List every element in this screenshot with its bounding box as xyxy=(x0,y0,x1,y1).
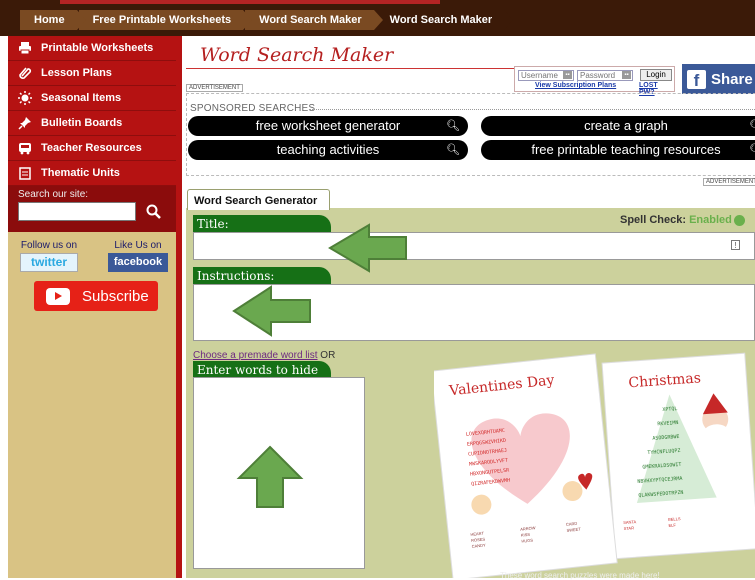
svg-text:STAR: STAR xyxy=(623,525,634,531)
sponsored-link-label: teaching activities xyxy=(276,142,380,157)
sidebar-item-label: Seasonal Items xyxy=(41,92,122,104)
title-underline xyxy=(186,68,514,69)
keyboard-icon[interactable]: ▪▪ xyxy=(622,71,631,79)
sponsored-divider xyxy=(309,109,755,110)
page-title: Word Search Maker xyxy=(200,44,394,66)
sidebar-item-label: Printable Worksheets xyxy=(41,42,154,54)
sponsored-link[interactable]: create a graph 🔍︎ xyxy=(481,116,755,136)
title-input[interactable] xyxy=(193,232,755,260)
sponsored-link[interactable]: free worksheet generator 🔍︎ xyxy=(188,116,468,136)
subscribe-label: Subscribe xyxy=(82,287,149,305)
facebook-button[interactable]: facebook xyxy=(108,253,168,272)
svg-text:BELLS: BELLS xyxy=(668,516,681,522)
sponsored-link[interactable]: free printable teaching resources 🔍︎ xyxy=(481,140,755,160)
sidebar-item-label: Teacher Resources xyxy=(41,142,142,154)
sidebar-item-printable-worksheets[interactable]: Printable Worksheets xyxy=(8,36,176,61)
advertisement-label: ADVERTISEMENT xyxy=(703,178,755,186)
sponsored-searches: SPONSORED SEARCHES D free worksheet gene… xyxy=(186,93,755,176)
spell-check-status[interactable]: Spell Check: Enabled xyxy=(620,214,745,226)
facebook-icon: f xyxy=(687,69,706,90)
spell-check-label: Spell Check: xyxy=(620,214,687,226)
arrow-up-icon xyxy=(236,445,304,508)
breadcrumb-free-printable-worksheets[interactable]: Free Printable Worksheets xyxy=(78,10,252,30)
title-header: Title: xyxy=(193,215,331,233)
arrow-left-icon xyxy=(232,285,311,337)
view-plans-link[interactable]: View Subscription Plans xyxy=(535,82,616,89)
sidebar-item-seasonal-items[interactable]: Seasonal Items xyxy=(8,86,176,111)
search-icon[interactable] xyxy=(146,204,161,219)
breadcrumb-current: Word Search Maker xyxy=(375,10,513,30)
facebook-share-button[interactable]: f Share xyxy=(682,64,755,94)
search-icon: 🔍︎ xyxy=(749,140,755,160)
printer-icon xyxy=(19,42,31,55)
youtube-subscribe-button[interactable]: Subscribe xyxy=(34,281,158,311)
keyboard-icon[interactable]: ▪▪ xyxy=(563,71,572,79)
sidebar-item-thematic-units[interactable]: Thematic Units xyxy=(8,161,176,186)
share-label: Share xyxy=(711,70,753,88)
puzzles-caption: These word search puzzles were made here… xyxy=(500,571,660,580)
sidebar-item-label: Thematic Units xyxy=(41,167,120,179)
sidebar-item-bulletin-boards[interactable]: Bulletin Boards xyxy=(8,111,176,136)
search-icon: 🔍︎ xyxy=(446,144,460,156)
sidebar: Printable Worksheets Lesson Plans Season… xyxy=(8,36,176,578)
social-follow: Follow us on twitter Like Us on facebook xyxy=(8,232,176,272)
sponsored-header: SPONSORED SEARCHES xyxy=(190,103,316,114)
pushpin-icon xyxy=(18,117,31,130)
sidebar-item-teacher-resources[interactable]: Teacher Resources xyxy=(8,136,176,161)
twitter-button[interactable]: twitter xyxy=(20,253,78,272)
calendar-icon xyxy=(19,167,31,180)
breadcrumb-home[interactable]: Home xyxy=(20,10,86,30)
login-button[interactable]: Login xyxy=(640,69,672,81)
search-icon: 🔍︎ xyxy=(749,116,755,136)
checkmark-icon xyxy=(733,214,745,226)
arrow-left-icon xyxy=(328,223,407,273)
svg-text:KISS: KISS xyxy=(521,532,531,538)
tab-word-search-generator[interactable]: Word Search Generator xyxy=(187,189,330,210)
login-form: ▪▪ ▪▪ Login View Subscription Plans LOST… xyxy=(514,66,675,96)
content-divider xyxy=(176,36,182,578)
search-input[interactable] xyxy=(18,202,136,221)
bus-icon xyxy=(19,143,31,155)
svg-text:SANTA: SANTA xyxy=(623,519,637,525)
instructions-header: Instructions: xyxy=(193,267,331,285)
or-text: OR xyxy=(320,350,336,361)
sidebar-item-lesson-plans[interactable]: Lesson Plans xyxy=(8,61,176,86)
sidebar-item-label: Lesson Plans xyxy=(41,67,112,79)
advertisement-label: ADVERTISEMENT xyxy=(186,84,243,92)
top-breadcrumb-bar: Home Free Printable Worksheets Word Sear… xyxy=(0,0,755,36)
youtube-play-icon xyxy=(46,287,70,305)
paperclip-icon xyxy=(19,67,32,79)
sidebar-item-label: Bulletin Boards xyxy=(41,117,123,129)
like-label: Like Us on xyxy=(114,240,162,251)
sponsored-link[interactable]: teaching activities 🔍︎ xyxy=(188,140,468,160)
follow-label: Follow us on xyxy=(20,240,78,251)
svg-text:XPTQL: XPTQL xyxy=(662,406,677,413)
search-label: Search our site: xyxy=(18,189,89,200)
sponsored-link-label: free worksheet generator xyxy=(255,118,401,133)
sponsored-link-label: create a graph xyxy=(584,118,668,133)
svg-text:ELF: ELF xyxy=(668,522,676,528)
spell-check-value: Enabled xyxy=(689,214,732,226)
sun-icon xyxy=(18,91,32,105)
breadcrumb: Home Free Printable Worksheets Word Sear… xyxy=(20,10,513,30)
spellcheck-icon[interactable]: ! xyxy=(731,240,740,250)
premade-word-list-link[interactable]: Choose a premade word list xyxy=(193,350,318,361)
header-accent-strip xyxy=(60,0,440,4)
sample-puzzles-image: Christmas XPTQLRKVEIMNASODGRBWETYHCNFLUQ… xyxy=(434,352,755,578)
breadcrumb-word-search-maker[interactable]: Word Search Maker xyxy=(245,10,383,30)
site-search: Search our site: xyxy=(8,186,176,232)
sponsored-link-label: free printable teaching resources xyxy=(531,142,721,157)
search-icon: 🔍︎ xyxy=(446,120,460,132)
premade-list-row: Choose a premade word list OR xyxy=(193,350,335,361)
